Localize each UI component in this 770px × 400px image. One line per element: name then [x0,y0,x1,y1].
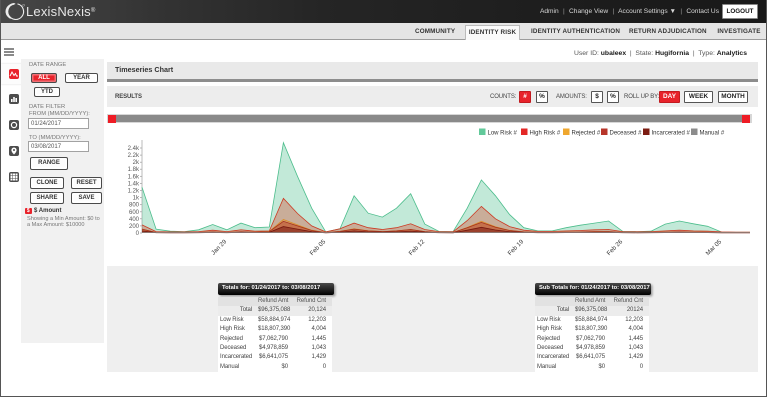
svg-text:Incarcerated #: Incarcerated # [652,130,691,136]
svg-text:Low Risk #: Low Risk # [488,130,518,136]
svg-text:1.8k: 1.8k [128,167,140,173]
svg-text:Rejected #: Rejected # [572,130,601,136]
svg-text:1k: 1k [133,196,140,202]
svg-text:Deceased #: Deceased # [610,130,643,136]
svg-text:1.6k: 1.6k [128,174,140,180]
svg-text:400: 400 [129,217,140,223]
svg-text:High Risk #: High Risk # [530,130,561,136]
svg-text:1.4k: 1.4k [128,181,140,187]
svg-text:800: 800 [129,203,140,209]
svg-text:Manual #: Manual # [700,130,725,136]
svg-text:200: 200 [129,224,140,230]
svg-text:2.4k: 2.4k [128,146,140,152]
svg-text:Feb 19: Feb 19 [507,238,526,257]
svg-text:Feb 12: Feb 12 [408,238,427,257]
svg-text:600: 600 [129,210,140,216]
svg-text:0: 0 [136,231,140,237]
svg-text:2k: 2k [133,160,140,166]
svg-text:2.2k: 2.2k [128,153,140,159]
svg-text:Jan 29: Jan 29 [210,238,228,256]
svg-text:1.2k: 1.2k [128,189,140,195]
svg-text:Feb 05: Feb 05 [309,238,328,257]
svg-text:Feb 26: Feb 26 [606,238,625,257]
svg-text:Mar 05: Mar 05 [705,238,724,257]
